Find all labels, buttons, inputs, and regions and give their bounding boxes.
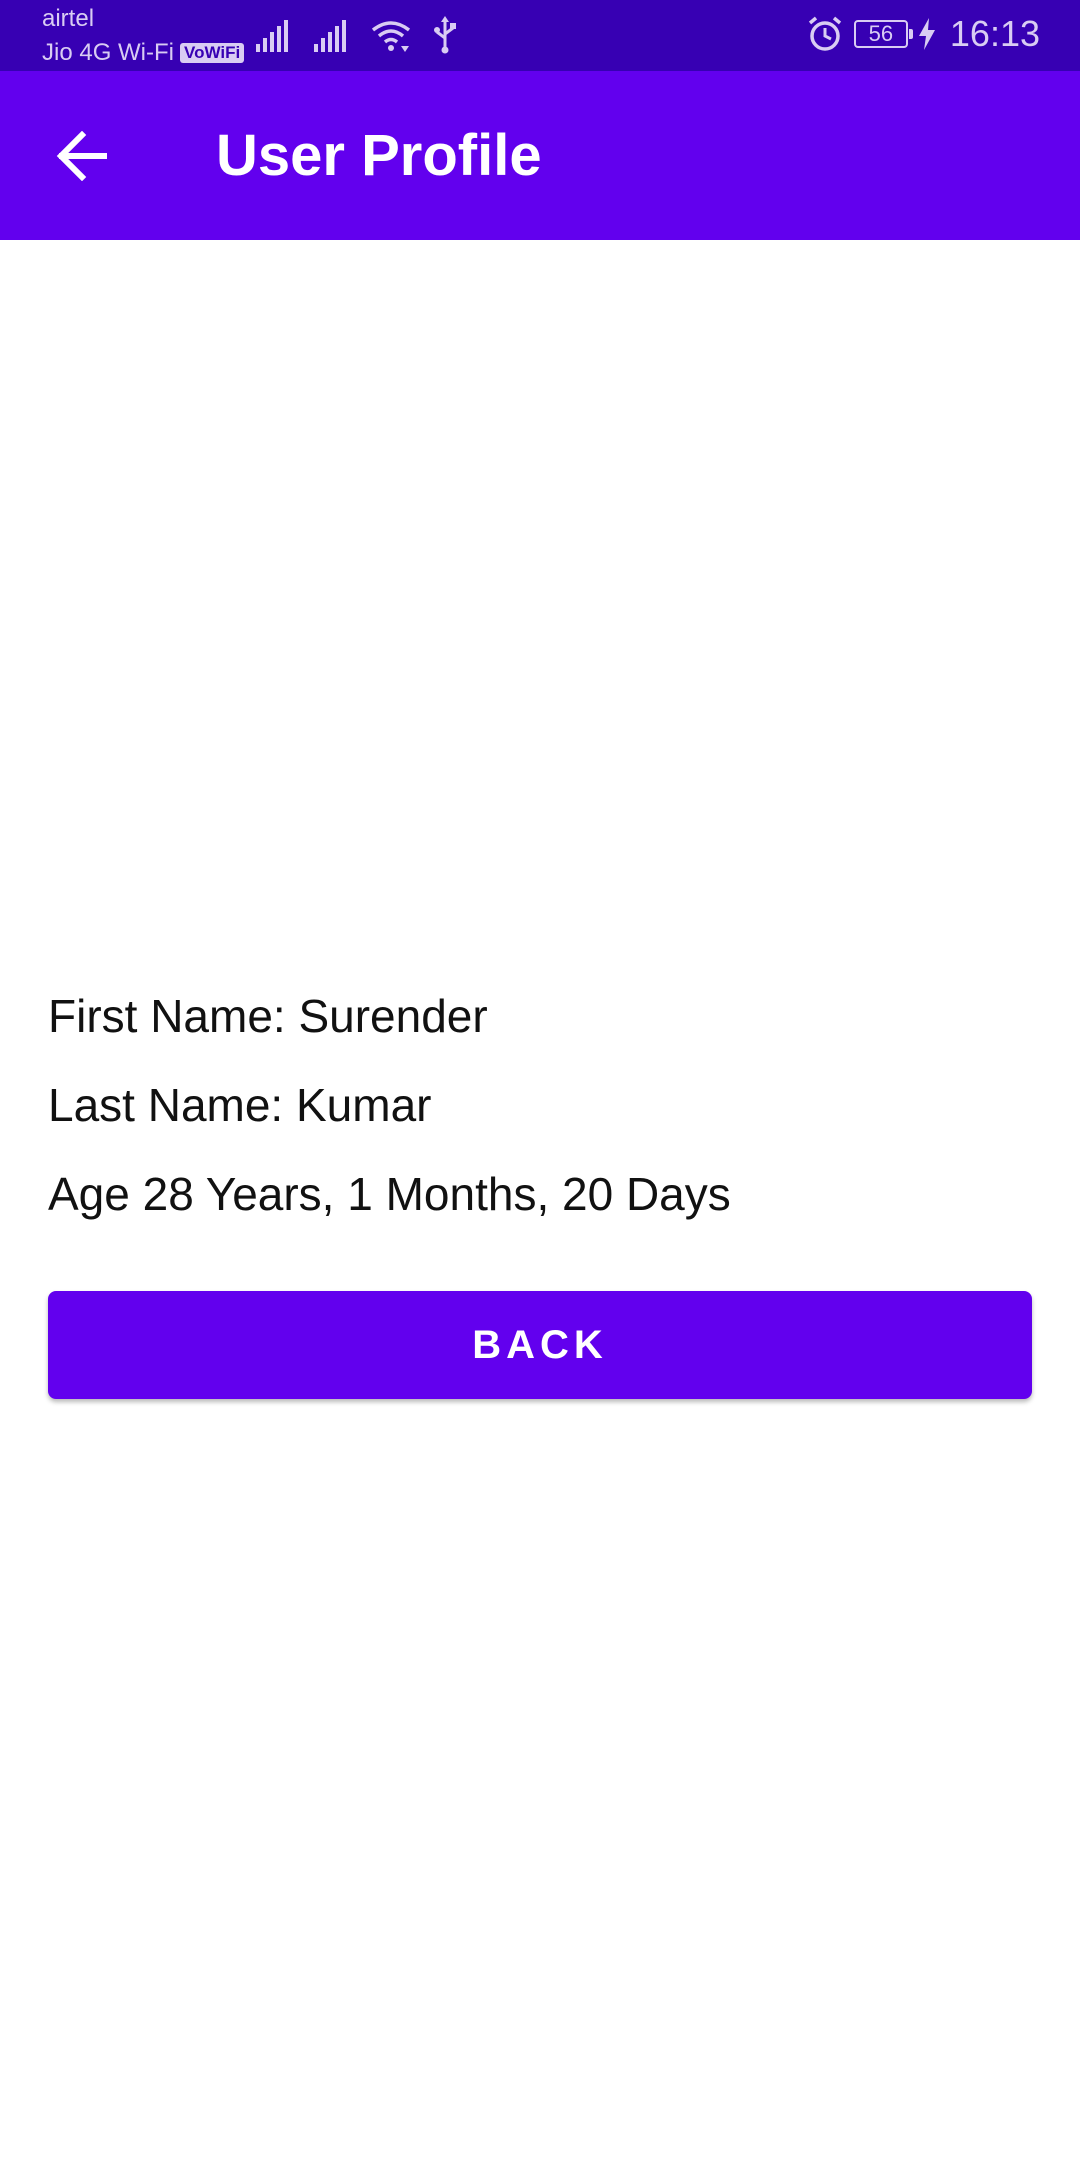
status-icons-left: [255, 16, 457, 54]
clock: 16:13: [949, 13, 1040, 54]
wifi-icon: [371, 21, 411, 52]
carrier-name-2: Jio 4G Wi-Fi VoWiFi: [42, 38, 245, 68]
battery-level: 56: [868, 21, 894, 46]
arrow-back-icon[interactable]: [56, 131, 108, 181]
last-name-text: Last Name: Kumar: [48, 1079, 432, 1131]
charging-icon: [918, 18, 935, 50]
status-bar: airtel Jio 4G Wi-Fi VoWiFi 56 16:13: [0, 0, 1080, 71]
signal-icon-1: [256, 20, 288, 52]
back-button[interactable]: BACK: [48, 1291, 1032, 1399]
page-title: User Profile: [216, 123, 542, 188]
age-text: Age 28 Years, 1 Months, 20 Days: [48, 1168, 731, 1220]
vowifi-badge: VoWiFi: [180, 43, 245, 63]
battery-icon: 56: [853, 20, 913, 48]
carrier-name-1: airtel: [42, 5, 95, 32]
app-bar: User Profile: [0, 71, 1080, 240]
usb-icon: [434, 16, 456, 54]
signal-icon-2: [314, 20, 346, 52]
status-icons-right: 56 16:13: [806, 12, 1040, 56]
carrier-name-2-label: Jio 4G Wi-Fi: [42, 39, 174, 66]
first-name-text: First Name: Surender: [48, 990, 488, 1042]
alarm-icon: [808, 16, 842, 51]
